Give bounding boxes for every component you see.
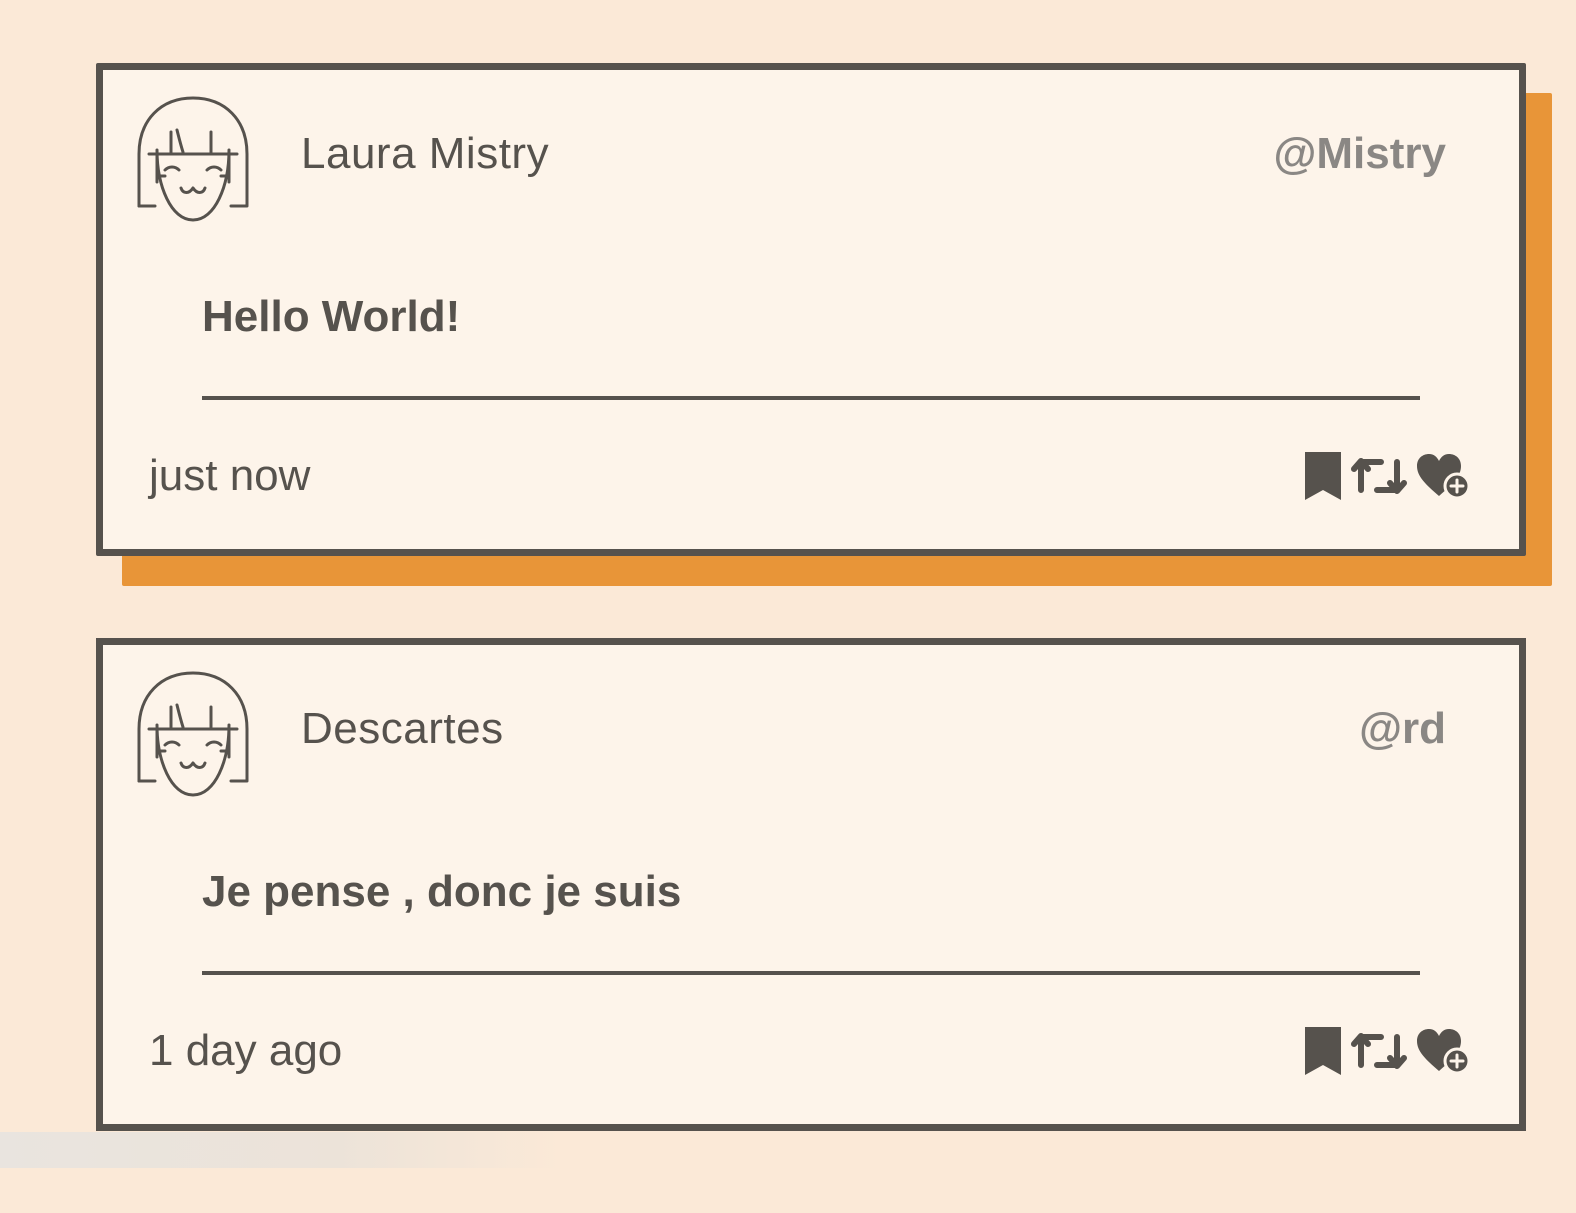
post-timestamp: 1 day ago: [149, 1026, 343, 1075]
divider: [202, 396, 1420, 400]
divider: [202, 971, 1420, 975]
post-timestamp: just now: [149, 451, 311, 500]
post-actions: [1303, 1023, 1471, 1079]
avatar-icon[interactable]: [135, 94, 251, 226]
post-card[interactable]: Laura Mistry @Mistry Hello World! just n…: [96, 63, 1526, 556]
bookmark-icon[interactable]: [1303, 1025, 1343, 1077]
retweet-icon[interactable]: [1351, 1031, 1407, 1071]
post-actions: [1303, 448, 1471, 504]
page-bottom-edge: [0, 1132, 560, 1168]
author-name[interactable]: Descartes: [301, 707, 504, 751]
post-card[interactable]: Descartes @rd Je pense , donc je suis 1 …: [96, 638, 1526, 1131]
author-name[interactable]: Laura Mistry: [301, 132, 549, 176]
post-feed: Laura Mistry @Mistry Hello World! just n…: [96, 63, 1526, 1213]
author-handle[interactable]: @rd: [1359, 707, 1446, 751]
heart-add-icon[interactable]: [1415, 1027, 1471, 1075]
bookmark-icon[interactable]: [1303, 450, 1343, 502]
post-text: Hello World!: [202, 292, 461, 341]
author-handle[interactable]: @Mistry: [1274, 132, 1447, 176]
heart-add-icon[interactable]: [1415, 452, 1471, 500]
avatar-icon[interactable]: [135, 669, 251, 801]
post-text: Je pense , donc je suis: [202, 867, 682, 916]
retweet-icon[interactable]: [1351, 456, 1407, 496]
